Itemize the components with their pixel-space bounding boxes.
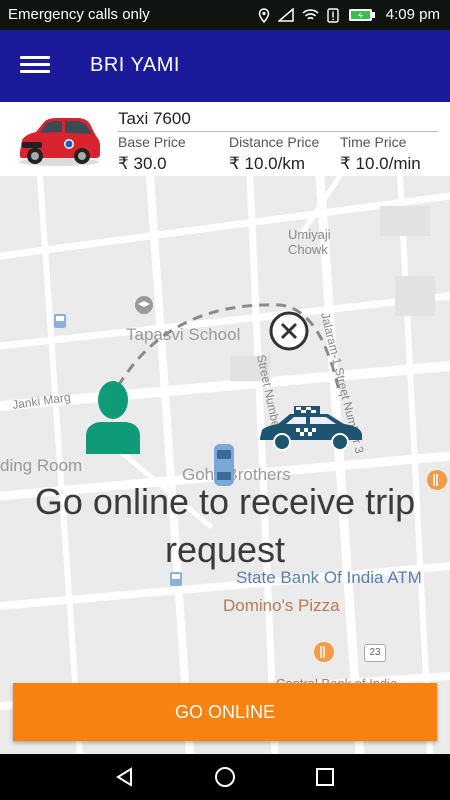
status-right: 4:09 pm	[254, 6, 440, 23]
app-bar: BRI YAMI	[0, 30, 450, 102]
map-label-ding-room: ding Room	[0, 456, 83, 475]
navigation-bar	[0, 754, 450, 800]
car-photo	[19, 118, 100, 166]
home-icon[interactable]	[212, 764, 238, 790]
time-price-label: Time Price	[340, 134, 407, 150]
recents-icon[interactable]	[312, 764, 338, 790]
page-title: BRI YAMI	[90, 54, 180, 76]
location-icon	[258, 7, 270, 23]
vehicle-card: Taxi 7600 Base Price ₹ 30.0 Distance Pri…	[0, 102, 450, 178]
carrier-text: Emergency calls only	[8, 6, 150, 23]
distance-price: Distance Price ₹ 10.0/km	[229, 134, 319, 174]
highway-badge: 23	[364, 644, 386, 662]
time-price-value: ₹ 10.0/min	[340, 154, 421, 173]
back-icon[interactable]	[112, 764, 138, 790]
base-price: Base Price ₹ 30.0	[118, 134, 186, 174]
cancel-icon	[269, 311, 309, 351]
signal-icon	[278, 8, 294, 22]
status-bar: Emergency calls only 4:09 pm	[0, 0, 450, 30]
map-label-umiyaji: Umiyaji Chowk	[288, 227, 331, 257]
menu-icon[interactable]	[20, 52, 50, 78]
person-icon	[86, 381, 140, 454]
go-online-button[interactable]: GO ONLINE	[13, 683, 437, 741]
restaurant-icon	[314, 642, 334, 662]
vehicle-name: Taxi 7600	[118, 109, 191, 128]
bus-stop-icon	[54, 314, 66, 328]
taxi-icon	[260, 406, 362, 451]
online-prompt-message: Go online to receive trip request	[34, 481, 416, 570]
distance-price-value: ₹ 10.0/km	[229, 154, 306, 173]
base-price-label: Base Price	[118, 134, 186, 150]
base-price-value: ₹ 30.0	[118, 154, 167, 173]
alert-icon	[327, 7, 340, 23]
map-view[interactable]: Umiyaji Chowk Tapasvi School Janki Marg …	[0, 176, 450, 754]
wifi-icon	[302, 9, 319, 20]
time-price: Time Price ₹ 10.0/min	[340, 134, 421, 174]
battery-icon	[348, 9, 375, 22]
clock-text: 4:09 pm	[385, 6, 440, 23]
map-label-dominos: Domino's Pizza	[223, 596, 340, 615]
distance-price-label: Distance Price	[229, 134, 320, 150]
divider	[118, 131, 438, 132]
